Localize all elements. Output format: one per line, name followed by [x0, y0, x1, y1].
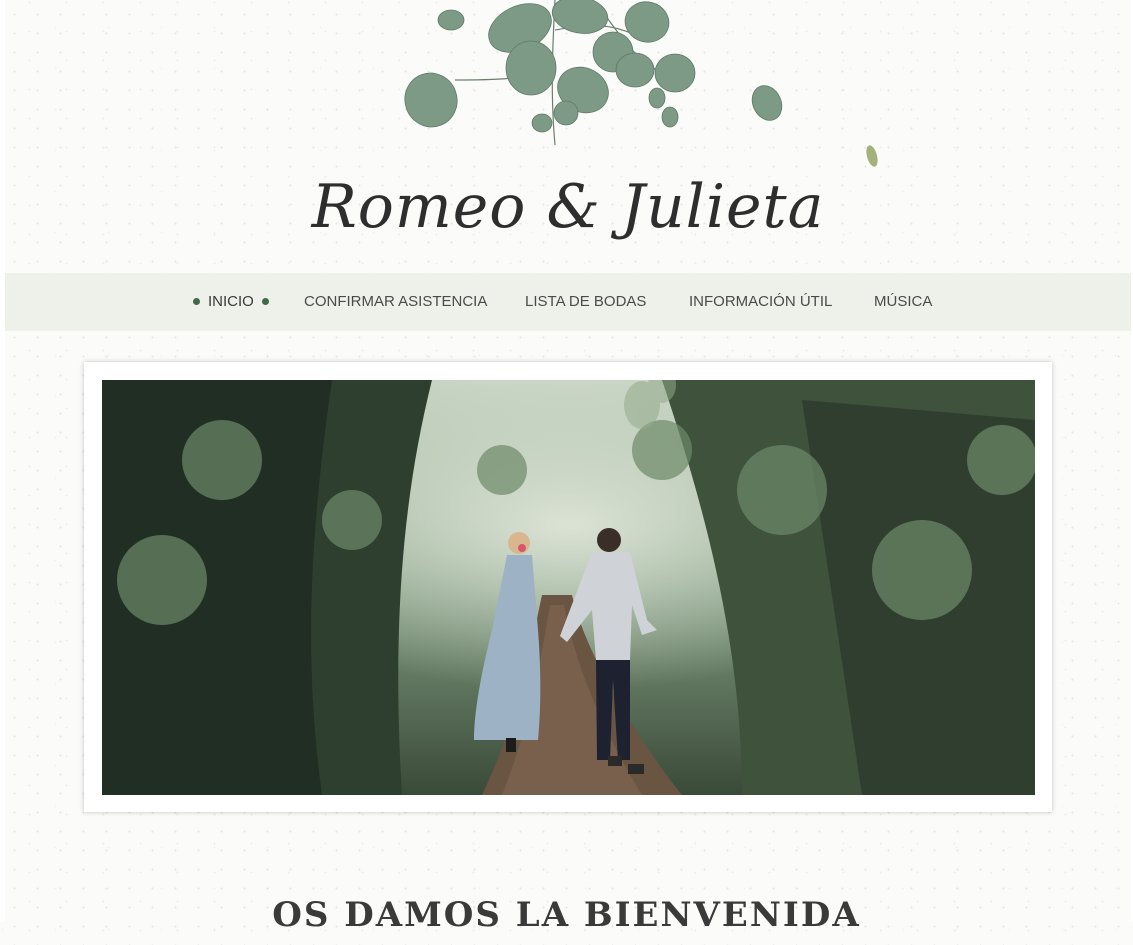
active-dot-icon	[261, 297, 269, 305]
eucalyptus-leaves-icon	[404, 0, 783, 146]
nav-item-musica[interactable]: MÚSICA	[874, 273, 932, 331]
nav-item-informacion-util[interactable]: INFORMACIÓN ÚTIL	[689, 273, 832, 331]
active-dot-icon	[193, 297, 200, 305]
site-header: Romeo & Julieta	[5, 0, 1131, 273]
main-navigation: INICIO CONFIRMAR ASISTENCIA LISTA DE BOD…	[5, 273, 1131, 331]
welcome-heading: OS DAMOS LA BIENVENIDA	[272, 894, 861, 935]
nav-label: INICIO	[208, 293, 254, 310]
couple-names-title: Romeo & Julieta	[311, 172, 825, 242]
hero-photo-frame	[84, 362, 1052, 812]
forest-couple-image	[102, 380, 1035, 795]
nav-item-inicio[interactable]: INICIO	[193, 273, 269, 331]
nav-item-confirmar-asistencia[interactable]: CONFIRMAR ASISTENCIA	[304, 273, 487, 331]
hero-photo	[102, 380, 1035, 795]
nav-item-lista-de-bodas[interactable]: LISTA DE BODAS	[525, 273, 646, 331]
